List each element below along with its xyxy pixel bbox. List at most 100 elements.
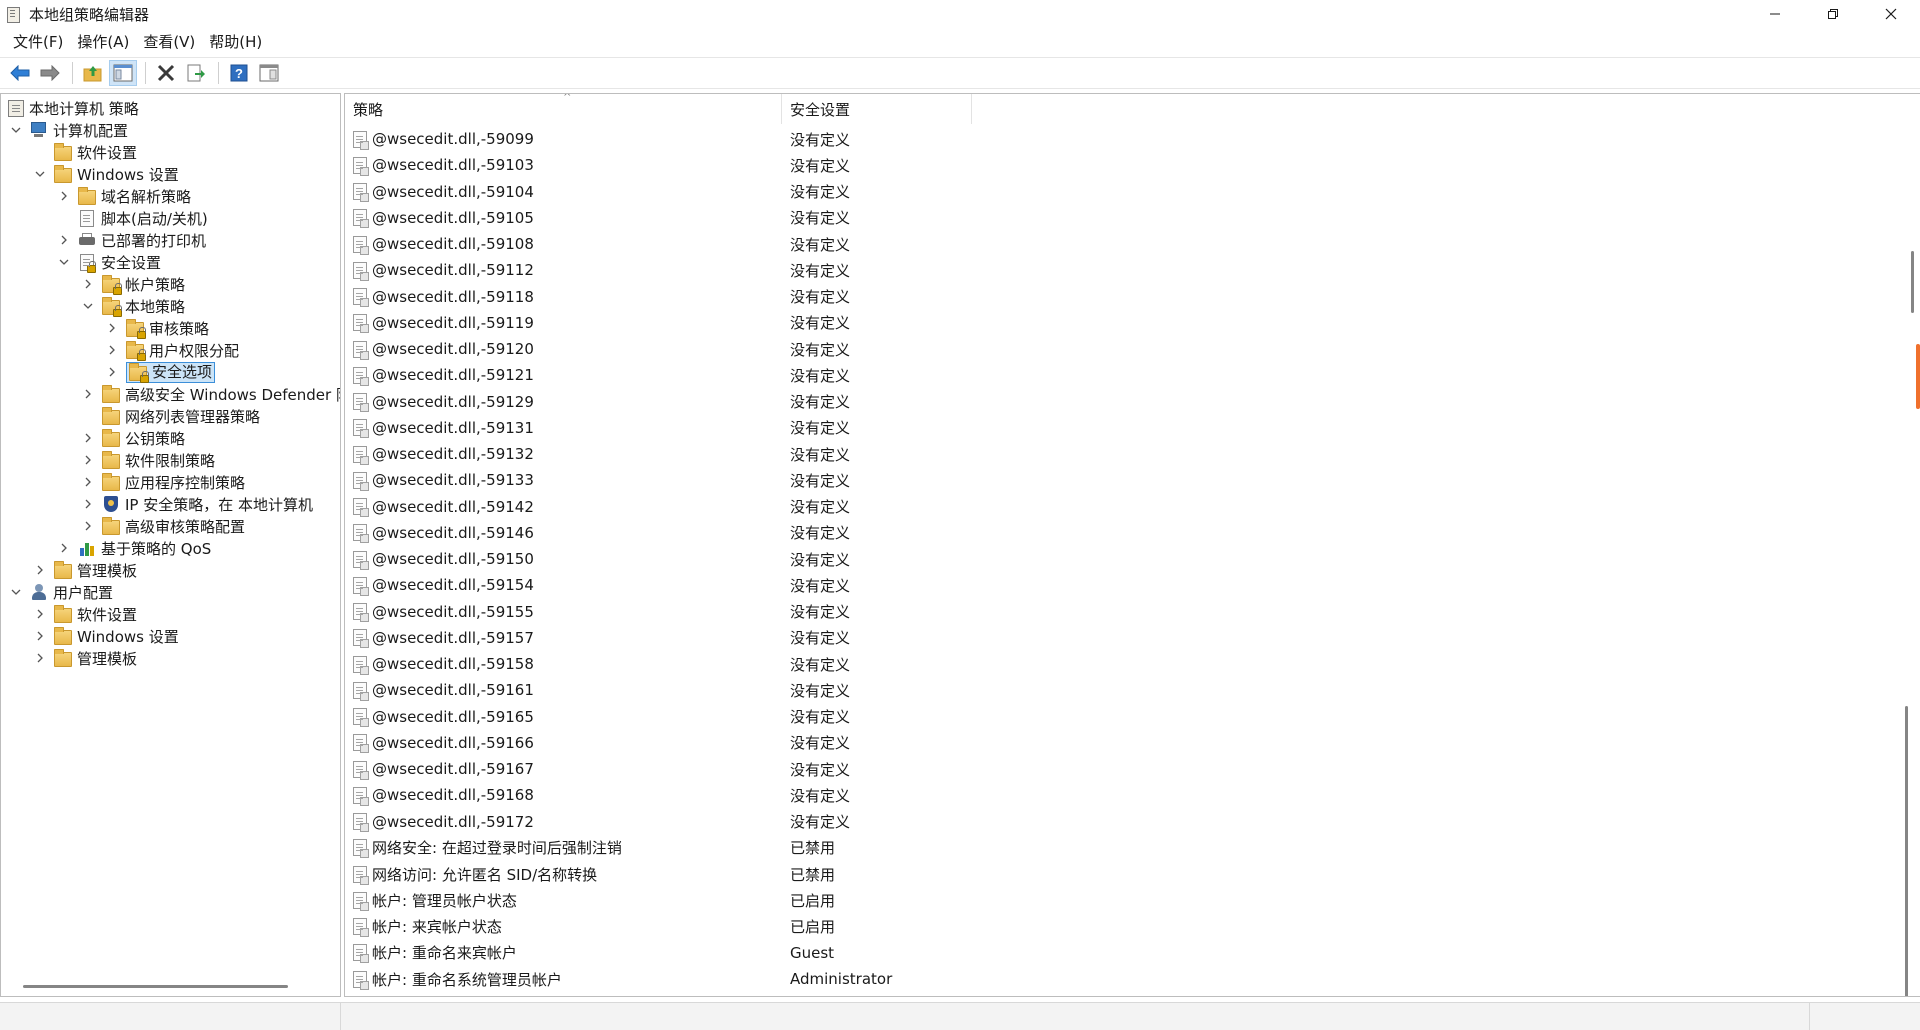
chevron-right-icon[interactable]: [106, 344, 118, 356]
chevron-right-icon[interactable]: [106, 322, 118, 334]
chevron-right-icon[interactable]: [82, 498, 94, 510]
table-row[interactable]: @wsecedit.dll,-59104 没有定义: [345, 179, 1920, 205]
tree-item-name-resolution-policy[interactable]: 域名解析策略: [58, 185, 191, 207]
show-hide-action-pane-button[interactable]: [255, 60, 283, 86]
tree-item-user-rights-assignment[interactable]: 用户权限分配: [106, 339, 239, 361]
column-header-setting[interactable]: 安全设置: [782, 94, 972, 124]
table-row[interactable]: @wsecedit.dll,-59120 没有定义: [345, 336, 1920, 362]
vertical-scrollbar-indicator[interactable]: [1911, 251, 1914, 313]
tree-item-account-policies[interactable]: 帐户策略: [82, 273, 185, 295]
chevron-right-icon[interactable]: [82, 278, 94, 290]
table-row[interactable]: @wsecedit.dll,-59154 没有定义: [345, 572, 1920, 598]
chevron-down-icon[interactable]: [10, 586, 22, 598]
tree-item-local-policies[interactable]: 本地策略: [82, 295, 185, 317]
close-button[interactable]: [1862, 0, 1920, 28]
menu-action[interactable]: 操作(A): [70, 30, 136, 54]
chevron-right-icon[interactable]: [34, 652, 46, 664]
table-row[interactable]: @wsecedit.dll,-59118 没有定义: [345, 284, 1920, 310]
tree-item-network-list-manager[interactable]: 网络列表管理器策略: [102, 405, 260, 427]
table-row[interactable]: @wsecedit.dll,-59172 没有定义: [345, 809, 1920, 835]
table-row[interactable]: @wsecedit.dll,-59146 没有定义: [345, 520, 1920, 546]
tree-item-security-options[interactable]: 安全选项: [106, 361, 216, 383]
tree-item-advanced-audit[interactable]: 高级审核策略配置: [82, 515, 245, 537]
tree-item-security-settings[interactable]: 安全设置: [58, 251, 161, 273]
export-list-button[interactable]: [182, 60, 210, 86]
table-row[interactable]: @wsecedit.dll,-59165 没有定义: [345, 704, 1920, 730]
chevron-right-icon[interactable]: [58, 190, 70, 202]
menu-help[interactable]: 帮助(H): [202, 30, 269, 54]
restore-button[interactable]: [1804, 0, 1862, 28]
chevron-right-icon[interactable]: [58, 234, 70, 246]
chevron-right-icon[interactable]: [106, 366, 118, 378]
tree-item-user-software-settings[interactable]: 软件设置: [34, 603, 137, 625]
chevron-right-icon[interactable]: [82, 476, 94, 488]
tree-item-software-restriction[interactable]: 软件限制策略: [82, 449, 215, 471]
table-row[interactable]: @wsecedit.dll,-59157 没有定义: [345, 625, 1920, 651]
table-row[interactable]: @wsecedit.dll,-59103 没有定义: [345, 152, 1920, 178]
tree-item-audit-policy[interactable]: 审核策略: [106, 317, 209, 339]
chevron-down-icon[interactable]: [58, 256, 70, 268]
table-row[interactable]: @wsecedit.dll,-59167 没有定义: [345, 756, 1920, 782]
minimize-button[interactable]: [1746, 0, 1804, 28]
table-row[interactable]: @wsecedit.dll,-59166 没有定义: [345, 730, 1920, 756]
tree-item-policy-based-qos[interactable]: 基于策略的 QoS: [58, 537, 211, 559]
table-row[interactable]: @wsecedit.dll,-59168 没有定义: [345, 782, 1920, 808]
chevron-down-icon[interactable]: [34, 168, 46, 180]
tree-item-scripts[interactable]: 脚本(启动/关机): [78, 207, 208, 229]
table-row[interactable]: 网络安全: 在超过登录时间后强制注销 已禁用: [345, 835, 1920, 861]
chevron-right-icon[interactable]: [58, 542, 70, 554]
table-row[interactable]: @wsecedit.dll,-59155 没有定义: [345, 599, 1920, 625]
tree-item-deployed-printers[interactable]: 已部署的打印机: [58, 229, 206, 251]
table-row[interactable]: @wsecedit.dll,-59158 没有定义: [345, 651, 1920, 677]
chevron-right-icon[interactable]: [82, 454, 94, 466]
tree-item-ip-security[interactable]: IP 安全策略，在 本地计算机: [82, 493, 313, 515]
table-row[interactable]: @wsecedit.dll,-59161 没有定义: [345, 677, 1920, 703]
tree-item-user-windows-settings[interactable]: Windows 设置: [34, 625, 179, 647]
table-row[interactable]: @wsecedit.dll,-59105 没有定义: [345, 205, 1920, 231]
show-hide-console-tree-button[interactable]: [109, 60, 137, 86]
tree-item-user-configuration[interactable]: 用户配置: [10, 581, 113, 603]
tree-item-application-control[interactable]: 应用程序控制策略: [82, 471, 245, 493]
chevron-down-icon[interactable]: [10, 124, 22, 136]
menu-view[interactable]: 查看(V): [136, 30, 202, 54]
tree-item-software-settings[interactable]: 软件设置: [54, 141, 137, 163]
chevron-right-icon[interactable]: [34, 608, 46, 620]
column-header-policy[interactable]: ^ 策略: [345, 94, 782, 124]
table-row[interactable]: @wsecedit.dll,-59142 没有定义: [345, 494, 1920, 520]
table-row[interactable]: @wsecedit.dll,-59119 没有定义: [345, 310, 1920, 336]
table-row[interactable]: @wsecedit.dll,-59133 没有定义: [345, 467, 1920, 493]
menu-file[interactable]: 文件(F): [6, 30, 70, 54]
table-row[interactable]: @wsecedit.dll,-59108 没有定义: [345, 231, 1920, 257]
table-row[interactable]: 帐户: 来宾帐户状态 已启用: [345, 914, 1920, 940]
tree-item-defender-firewall[interactable]: 高级安全 Windows Defender 防: [82, 383, 340, 405]
tree-item-user-administrative-templates[interactable]: 管理模板: [34, 647, 137, 669]
forward-button[interactable]: [36, 60, 64, 86]
delete-button[interactable]: [152, 60, 180, 86]
table-row[interactable]: 帐户: 管理员帐户状态 已启用: [345, 887, 1920, 913]
tree-horizontal-scrollbar[interactable]: [23, 985, 288, 988]
chevron-down-icon[interactable]: [82, 300, 94, 312]
table-row[interactable]: @wsecedit.dll,-59150 没有定义: [345, 546, 1920, 572]
chevron-right-icon[interactable]: [82, 432, 94, 444]
table-row[interactable]: @wsecedit.dll,-59131 没有定义: [345, 415, 1920, 441]
chevron-right-icon[interactable]: [82, 388, 94, 400]
table-row[interactable]: @wsecedit.dll,-59121 没有定义: [345, 362, 1920, 388]
table-row[interactable]: @wsecedit.dll,-59099 没有定义: [345, 126, 1920, 152]
back-button[interactable]: [6, 60, 34, 86]
table-row[interactable]: @wsecedit.dll,-59112 没有定义: [345, 257, 1920, 283]
table-row[interactable]: @wsecedit.dll,-59132 没有定义: [345, 441, 1920, 467]
table-row[interactable]: 帐户: 重命名来宾帐户 Guest: [345, 940, 1920, 966]
table-row[interactable]: 帐户: 重命名系统管理员帐户 Administrator: [345, 966, 1920, 992]
chevron-right-icon[interactable]: [82, 520, 94, 532]
tree-item-administrative-templates[interactable]: 管理模板: [34, 559, 137, 581]
tree-item-public-key-policies[interactable]: 公钥策略: [82, 427, 185, 449]
up-one-level-button[interactable]: [79, 60, 107, 86]
tree-item-computer-configuration[interactable]: 计算机配置: [10, 119, 128, 141]
vertical-scrollbar-thumb[interactable]: [1905, 706, 1908, 996]
chevron-right-icon[interactable]: [34, 630, 46, 642]
table-row[interactable]: @wsecedit.dll,-59129 没有定义: [345, 389, 1920, 415]
chevron-right-icon[interactable]: [34, 564, 46, 576]
table-row[interactable]: 网络访问: 允许匿名 SID/名称转换 已禁用: [345, 861, 1920, 887]
tree-item-windows-settings[interactable]: Windows 设置: [34, 163, 179, 185]
tree-item-local-computer-policy[interactable]: 本地计算机 策略: [8, 97, 139, 119]
